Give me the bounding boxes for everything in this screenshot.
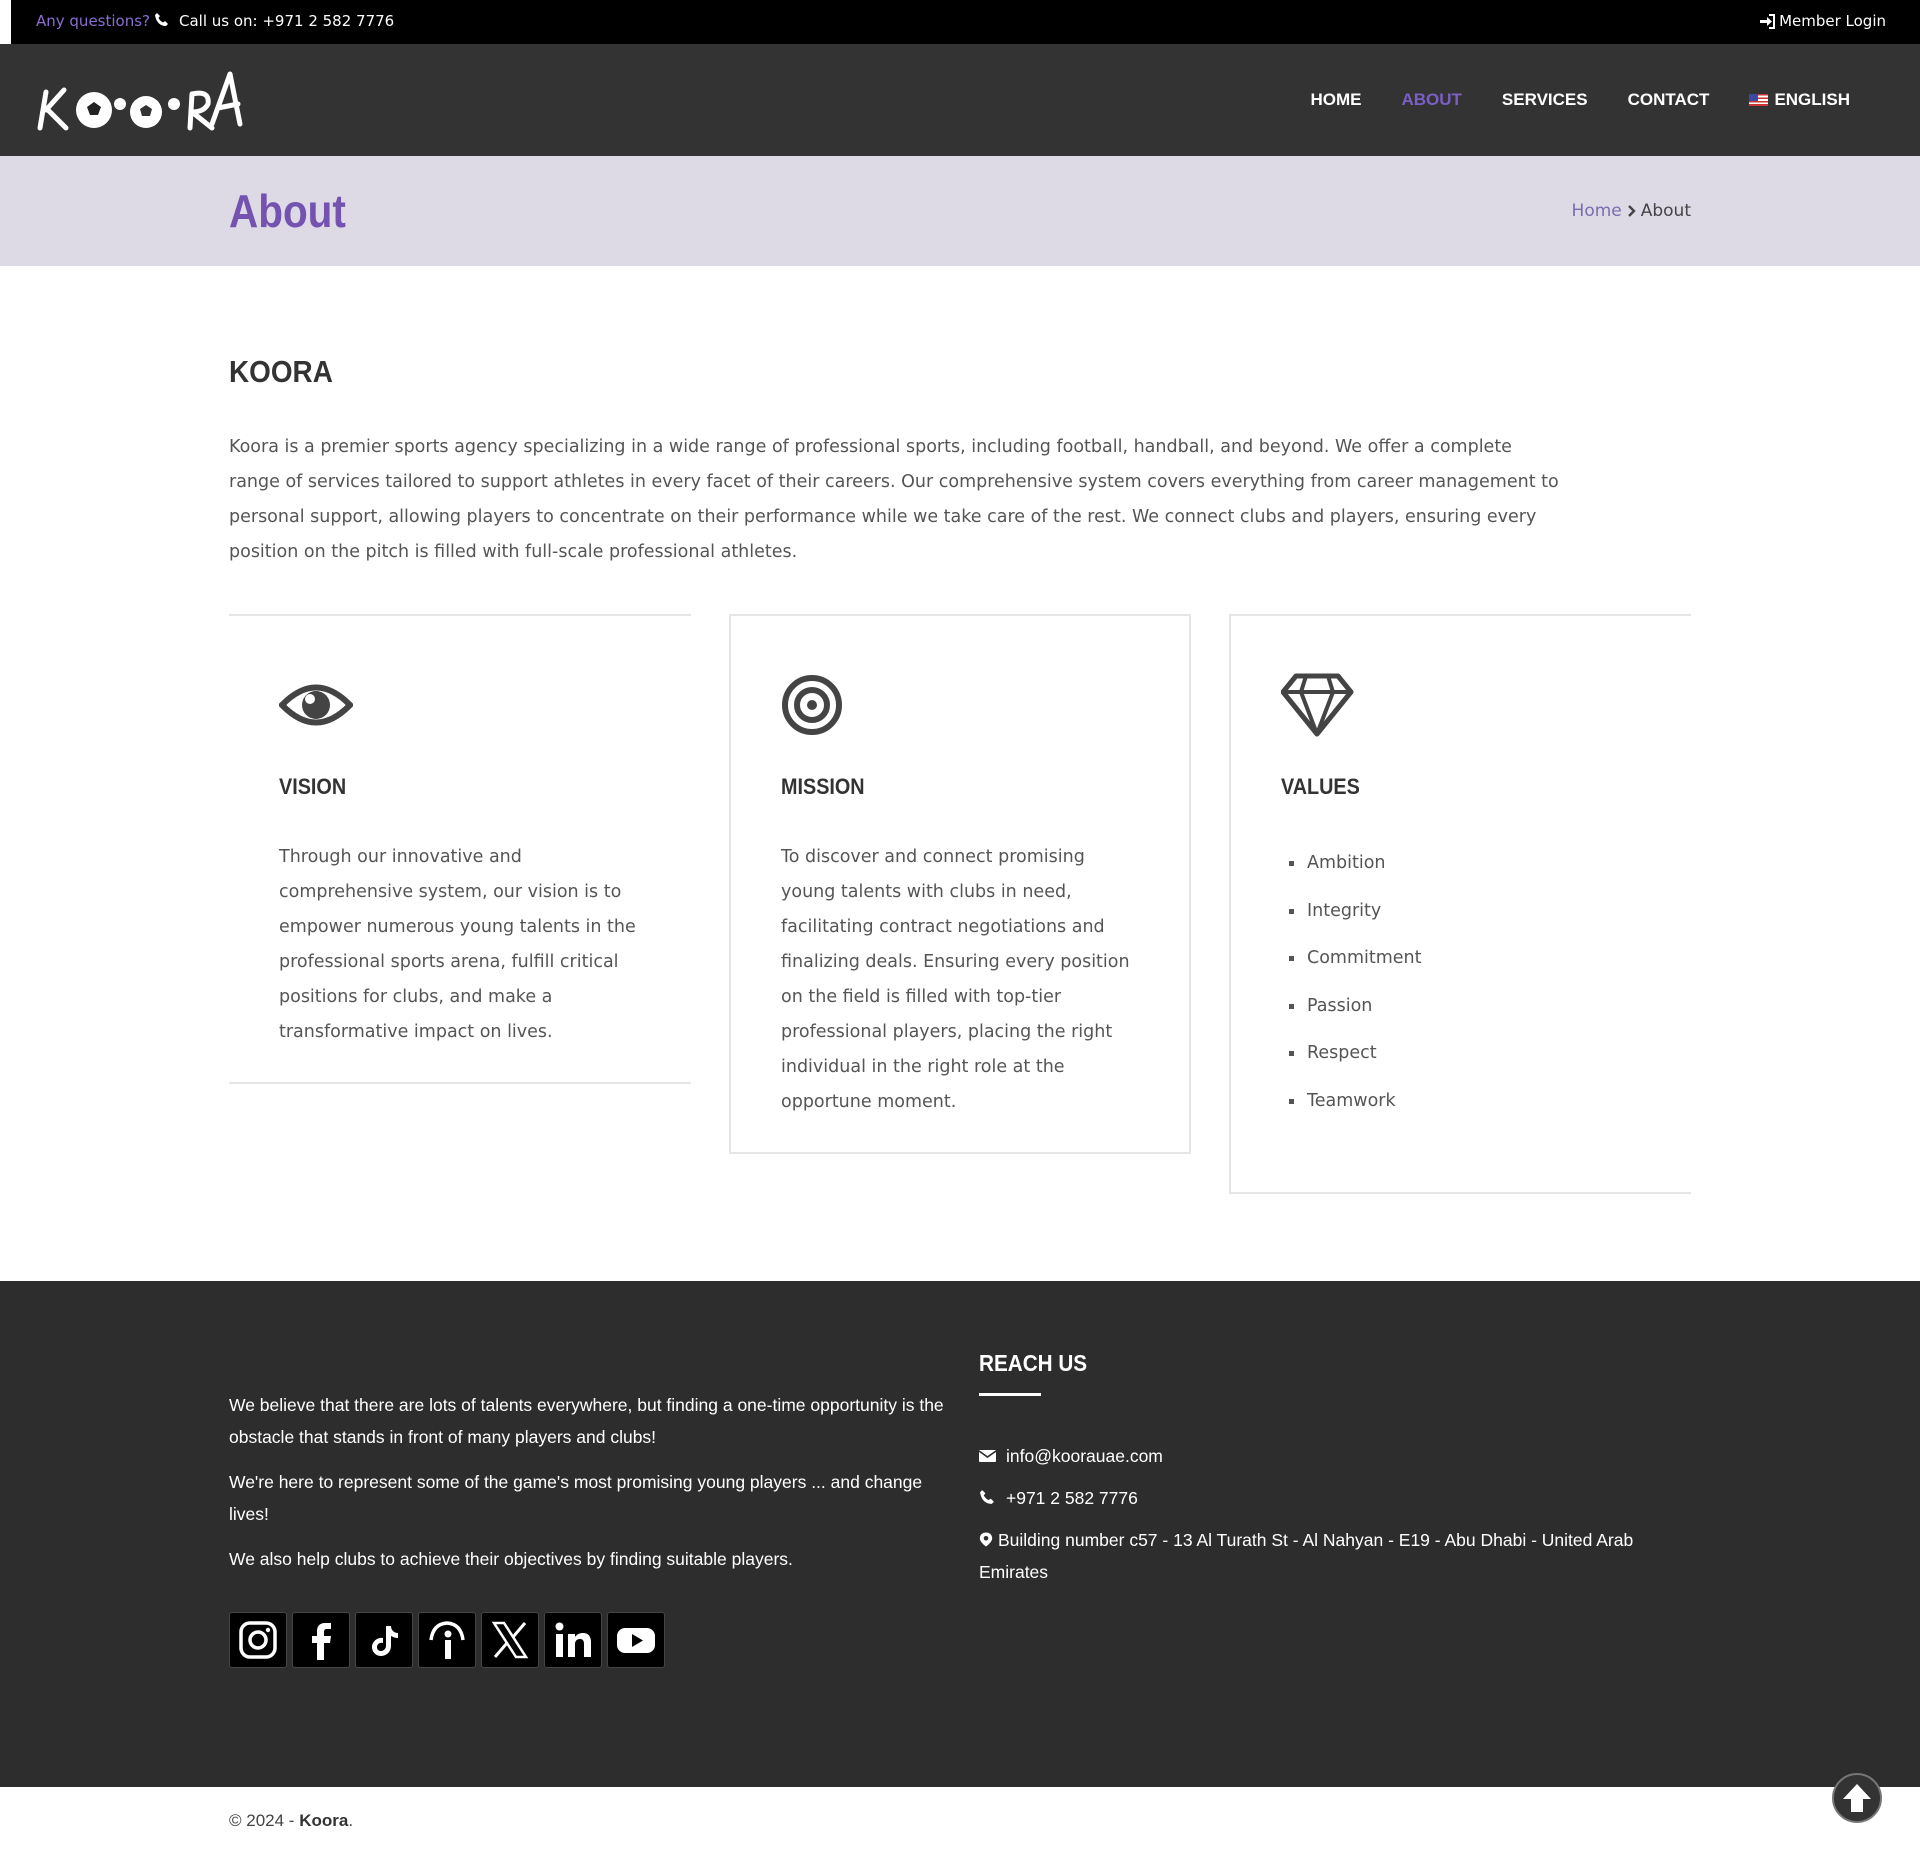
nav-about-label: ABOUT [1401,90,1462,109]
main-nav: HOME ABOUT SERVICES CONTACT ENGLISH [1270,90,1850,110]
footer-paragraph: We also help clubs to achieve their obje… [229,1549,793,1569]
nav-home[interactable]: HOME [1310,90,1361,110]
values-list: Ambition Integrity Commitment Passion Re… [1281,840,1422,1125]
page-title: About [229,185,346,237]
phone-icon [155,13,168,26]
envelope-icon [979,1450,996,1462]
youtube-icon [617,1628,655,1653]
reach-us-title: REACH US [979,1350,1088,1376]
instagram-link[interactable] [229,1612,287,1668]
vision-text: Through our innovative and comprehensive… [279,847,636,1042]
back-to-top-button[interactable] [1832,1773,1882,1823]
nav-home-label: HOME [1310,90,1362,109]
site-header: HOME ABOUT SERVICES CONTACT ENGLISH [0,44,1920,156]
target-icon [782,675,842,735]
info-icon [429,1621,465,1659]
arrow-up-icon [1843,1784,1871,1812]
address-text: Building number c57 - 13 Al Turath St - … [979,1530,1634,1582]
values-title: VALUES [1281,774,1360,799]
social-links [229,1612,665,1668]
phone-text: +971 2 582 7776 [1006,1488,1138,1508]
nav-contact-label: CONTACT [1627,90,1710,109]
footer-paragraph: We're here to represent some of the game… [229,1472,923,1524]
tiktok-icon [372,1626,398,1656]
page-title-bar: About Home About [0,156,1920,266]
tiktok-link[interactable] [355,1612,413,1668]
call-us-text: Call us on: +971 2 582 7776 [179,12,395,30]
intro-paragraph: Koora is a premier sports agency special… [229,437,1559,562]
footer-about: We believe that there are lots of talent… [229,1389,949,1588]
questions-label: Any questions? [36,12,150,30]
linkedin-link[interactable] [544,1612,602,1668]
mission-text: To discover and connect promising young … [781,847,1130,1112]
mission-card: MISSION To discover and connect promisin… [729,614,1191,1154]
footer-email[interactable]: info@koorauae.com [979,1440,1679,1472]
list-item: Respect [1281,1030,1422,1078]
breadcrumb-current: About [1640,201,1691,221]
phone-icon [980,1490,994,1504]
nav-services[interactable]: SERVICES [1502,90,1588,110]
us-flag-icon [1749,94,1769,106]
site-footer: We believe that there are lots of talent… [0,1281,1920,1787]
linkedin-icon [555,1622,591,1657]
list-item: Integrity [1281,888,1422,936]
list-item: Passion [1281,983,1422,1031]
nav-contact[interactable]: CONTACT [1628,90,1710,110]
nav-language[interactable]: ENGLISH [1749,90,1850,110]
breadcrumb-home-link[interactable]: Home [1572,201,1622,221]
nav-services-label: SERVICES [1501,90,1588,109]
instagram-icon [239,1621,277,1659]
copyright-text: © 2024 - Koora. [229,1811,353,1831]
list-item: Teamwork [1281,1078,1422,1126]
copyright-brand: Koora [299,1811,349,1830]
top-bar: Any questions? Call us on: +971 2 582 77… [11,0,1920,44]
nav-language-label: ENGLISH [1774,90,1850,109]
footer-address: Building number c57 - 13 Al Turath St - … [979,1524,1679,1588]
diamond-icon [1281,673,1354,737]
koora-logo[interactable] [34,68,246,134]
about-section: KOORA [229,354,1691,390]
list-item: Commitment [1281,935,1422,983]
nav-about[interactable]: ABOUT [1401,90,1461,110]
sign-in-icon [1760,13,1776,29]
youtube-link[interactable] [607,1612,665,1668]
info-link[interactable] [418,1612,476,1668]
footer-paragraph: We believe that there are lots of talent… [229,1395,944,1447]
values-card: VALUES Ambition Integrity Commitment Pas… [1229,614,1691,1194]
title-underline [979,1393,1041,1396]
vision-card: VISION Through our innovative and compre… [229,614,691,1084]
vision-title: VISION [279,774,347,799]
breadcrumb: Home About [1572,201,1691,221]
x-icon [491,1621,529,1659]
email-text: info@koorauae.com [1006,1446,1163,1466]
copyright-bar: © 2024 - Koora. [11,1787,1920,1860]
section-heading: KOORA [229,354,333,389]
x-link[interactable] [481,1612,539,1668]
facebook-icon [312,1623,331,1660]
copyright-suffix: . [348,1811,354,1830]
member-login-label: Member Login [1779,12,1886,30]
facebook-link[interactable] [292,1612,350,1668]
eye-icon [279,684,353,726]
copyright-prefix: © 2024 - [229,1811,300,1830]
map-marker-icon [979,1532,993,1547]
list-item: Ambition [1281,840,1422,888]
chevron-right-icon [1627,205,1636,217]
reach-us: REACH US info@koorauae.com +971 2 582 77… [979,1350,1633,1582]
mission-title: MISSION [781,774,865,799]
member-login-link[interactable]: Member Login [1759,12,1886,30]
footer-phone[interactable]: +971 2 582 7776 [979,1482,1679,1514]
